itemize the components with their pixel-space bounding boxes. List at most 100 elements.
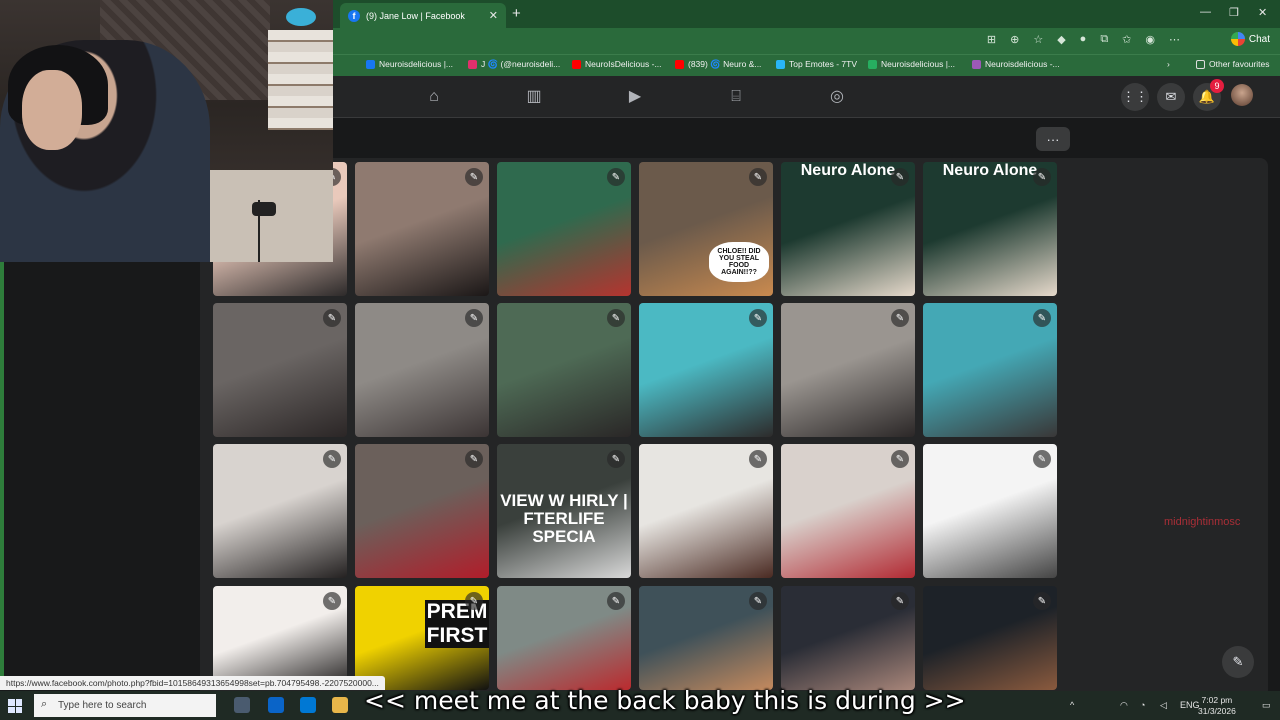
edit-pencil-icon[interactable]: ✎ bbox=[465, 168, 483, 186]
calculator-icon[interactable] bbox=[234, 697, 250, 713]
edit-pencil-icon[interactable]: ✎ bbox=[749, 309, 767, 327]
photo-neuro-alone-note-1[interactable]: Neuro Alone ✎ bbox=[781, 162, 915, 296]
messenger-icon[interactable]: ✉ bbox=[1157, 83, 1185, 111]
photo-steak-dinner[interactable]: ✎ bbox=[639, 444, 773, 578]
volume-icon[interactable]: ◁ bbox=[1160, 700, 1167, 711]
photo-street-selfie[interactable]: ✎ bbox=[497, 586, 631, 690]
apps-icon[interactable]: ⊞ bbox=[987, 33, 996, 46]
restore-icon[interactable]: ❐ bbox=[1229, 6, 1239, 19]
marketplace-icon[interactable]: ⌸ bbox=[726, 87, 746, 107]
edit-pencil-icon[interactable]: ✎ bbox=[1033, 168, 1051, 186]
edit-pencil-icon[interactable]: ✎ bbox=[1033, 309, 1051, 327]
edit-pencil-icon[interactable]: ✎ bbox=[465, 592, 483, 610]
photo-pool-table-1[interactable]: ✎ bbox=[639, 303, 773, 437]
edit-pencil-icon[interactable]: ✎ bbox=[891, 309, 909, 327]
dashboard-icon[interactable]: ▥ bbox=[524, 87, 544, 107]
photo-two-selfie-2[interactable]: ✎ bbox=[355, 303, 489, 437]
taskbar-clock[interactable]: 7:02 pm 31/3/2026 bbox=[1198, 695, 1236, 717]
facebook-icon bbox=[366, 59, 375, 69]
photo-afterlife-special[interactable]: VIEW W HIRLY | FTERLIFE SPECIA ✎ bbox=[497, 444, 631, 578]
photo-dog-chloe[interactable]: CHLOE!! DID YOU STEAL FOOD AGAIN!!?? ✎ bbox=[639, 162, 773, 296]
outlook-icon[interactable] bbox=[300, 697, 316, 713]
home-icon[interactable]: ⌂ bbox=[424, 87, 444, 107]
bookmark-item[interactable]: Neuroisdelicious |... bbox=[366, 59, 453, 69]
edit-pencil-icon[interactable]: ✎ bbox=[465, 450, 483, 468]
video-icon[interactable]: ▶ bbox=[625, 87, 645, 107]
search-icon: ⌕ bbox=[41, 698, 48, 710]
photo-dog-desk[interactable]: ✎ bbox=[639, 586, 773, 690]
edit-pencil-icon[interactable]: ✎ bbox=[749, 592, 767, 610]
close-window-icon[interactable]: ✕ bbox=[1258, 6, 1267, 19]
edit-pencil-icon[interactable]: ✎ bbox=[607, 450, 625, 468]
copilot-chat-button[interactable]: Chat bbox=[1230, 32, 1270, 46]
more-options-button[interactable]: ··· bbox=[1036, 127, 1070, 151]
photo-ubisoft-card[interactable]: ✎ bbox=[497, 162, 631, 296]
wifi-icon[interactable]: ◔ bbox=[1140, 700, 1145, 710]
bookmark-item[interactable]: J 🌀 (@neuroisdeli... bbox=[468, 59, 560, 70]
menu-dots-icon[interactable]: ⋯ bbox=[1169, 33, 1180, 46]
search-placeholder: Type here to search bbox=[58, 700, 147, 711]
favorite-star-icon[interactable]: ☆ bbox=[1033, 33, 1043, 46]
edit-pencil-icon[interactable]: ✎ bbox=[323, 309, 341, 327]
favorites-icon[interactable]: ✩ bbox=[1122, 33, 1131, 46]
compose-icon[interactable]: ✎ bbox=[1222, 646, 1254, 678]
menu-grid-icon[interactable]: ⋮⋮ bbox=[1121, 83, 1149, 111]
watermark: midnightinmosc bbox=[1164, 516, 1241, 528]
windows-start-icon[interactable] bbox=[8, 699, 22, 713]
edit-pencil-icon[interactable]: ✎ bbox=[465, 309, 483, 327]
edge-icon[interactable] bbox=[268, 697, 284, 713]
bookmark-item[interactable]: NeuroIsDelicious -... bbox=[572, 59, 662, 69]
photo-dark-hair-portrait[interactable]: ✎ bbox=[355, 162, 489, 296]
extension-icon[interactable]: ● bbox=[1080, 33, 1087, 46]
photo-two-selfie-1[interactable]: ✎ bbox=[213, 303, 347, 437]
language-indicator[interactable]: ENG bbox=[1180, 700, 1200, 710]
bookmark-item[interactable]: Neuroisdelicious |... bbox=[868, 59, 955, 69]
file-explorer-icon[interactable] bbox=[332, 697, 348, 713]
taskbar-search-input[interactable]: ⌕ Type here to search bbox=[34, 694, 216, 717]
photo-selfie-green-room[interactable]: ✎ bbox=[497, 303, 631, 437]
edit-pencil-icon[interactable]: ✎ bbox=[891, 592, 909, 610]
edit-pencil-icon[interactable]: ✎ bbox=[607, 592, 625, 610]
network-icon[interactable]: ◠ bbox=[1120, 700, 1128, 711]
photo-face-mask-selfie[interactable]: ✎ bbox=[213, 586, 347, 690]
edit-pencil-icon[interactable]: ✎ bbox=[1033, 450, 1051, 468]
extensions-puzzle-icon[interactable]: ⧉ bbox=[1100, 33, 1108, 46]
groups-icon[interactable]: ◎ bbox=[827, 87, 847, 107]
kick-icon bbox=[868, 59, 877, 69]
edit-pencil-icon[interactable]: ✎ bbox=[607, 309, 625, 327]
edit-pencil-icon[interactable]: ✎ bbox=[749, 168, 767, 186]
edit-pencil-icon[interactable]: ✎ bbox=[1033, 592, 1051, 610]
notifications-icon[interactable]: ▭ bbox=[1262, 700, 1271, 711]
edit-pencil-icon[interactable]: ✎ bbox=[891, 168, 909, 186]
edit-pencil-icon[interactable]: ✎ bbox=[607, 168, 625, 186]
photo-handwritten-notes[interactable]: ✎ bbox=[923, 444, 1057, 578]
close-tab-icon[interactable]: ✕ bbox=[489, 9, 498, 22]
photo-pool-table-2[interactable]: ✎ bbox=[923, 303, 1057, 437]
edit-pencil-icon[interactable]: ✎ bbox=[323, 592, 341, 610]
edit-pencil-icon[interactable]: ✎ bbox=[323, 450, 341, 468]
photo-neuro-alone-note-2[interactable]: Neuro Alone ✎ bbox=[923, 162, 1057, 296]
edit-pencil-icon[interactable]: ✎ bbox=[749, 450, 767, 468]
tray-chevron-icon[interactable]: ^ bbox=[1070, 700, 1074, 710]
bookmarks-overflow-icon[interactable]: › bbox=[1167, 59, 1170, 69]
other-favourites[interactable]: Other favourites bbox=[1196, 59, 1269, 69]
photo-group-night[interactable]: ✎ bbox=[781, 586, 915, 690]
photo-two-selfie-white-hair[interactable]: ✎ bbox=[781, 444, 915, 578]
photo-two-selfie-3[interactable]: ✎ bbox=[781, 303, 915, 437]
bookmark-item[interactable]: Top Emotes - 7TV bbox=[776, 59, 857, 69]
browser-tab-facebook[interactable]: f (9) Jane Low | Facebook ✕ bbox=[340, 3, 506, 28]
photo-premiere-first[interactable]: PREM FIRST ✎ bbox=[355, 586, 489, 690]
profile-icon[interactable]: ◉ bbox=[1145, 33, 1155, 46]
new-tab-icon[interactable]: + bbox=[512, 5, 521, 22]
address-bar-actions: ⊞ ⊕ ☆ ◆ ● ⧉ ✩ ◉ ⋯ bbox=[987, 33, 1180, 46]
account-avatar[interactable] bbox=[1231, 84, 1253, 106]
zoom-icon[interactable]: ⊕ bbox=[1010, 33, 1019, 46]
photo-two-selfie-red[interactable]: ✎ bbox=[355, 444, 489, 578]
extension-icon[interactable]: ◆ bbox=[1057, 33, 1065, 46]
minimize-icon[interactable]: — bbox=[1200, 6, 1211, 18]
photo-toaster-selfie[interactable]: ✎ bbox=[213, 444, 347, 578]
bookmark-item[interactable]: Neuroisdelicious -... bbox=[972, 59, 1060, 69]
photo-group-candles[interactable]: ✎ bbox=[923, 586, 1057, 690]
edit-pencil-icon[interactable]: ✎ bbox=[891, 450, 909, 468]
bookmark-item[interactable]: (839) 🌀 Neuro &... bbox=[675, 59, 761, 70]
